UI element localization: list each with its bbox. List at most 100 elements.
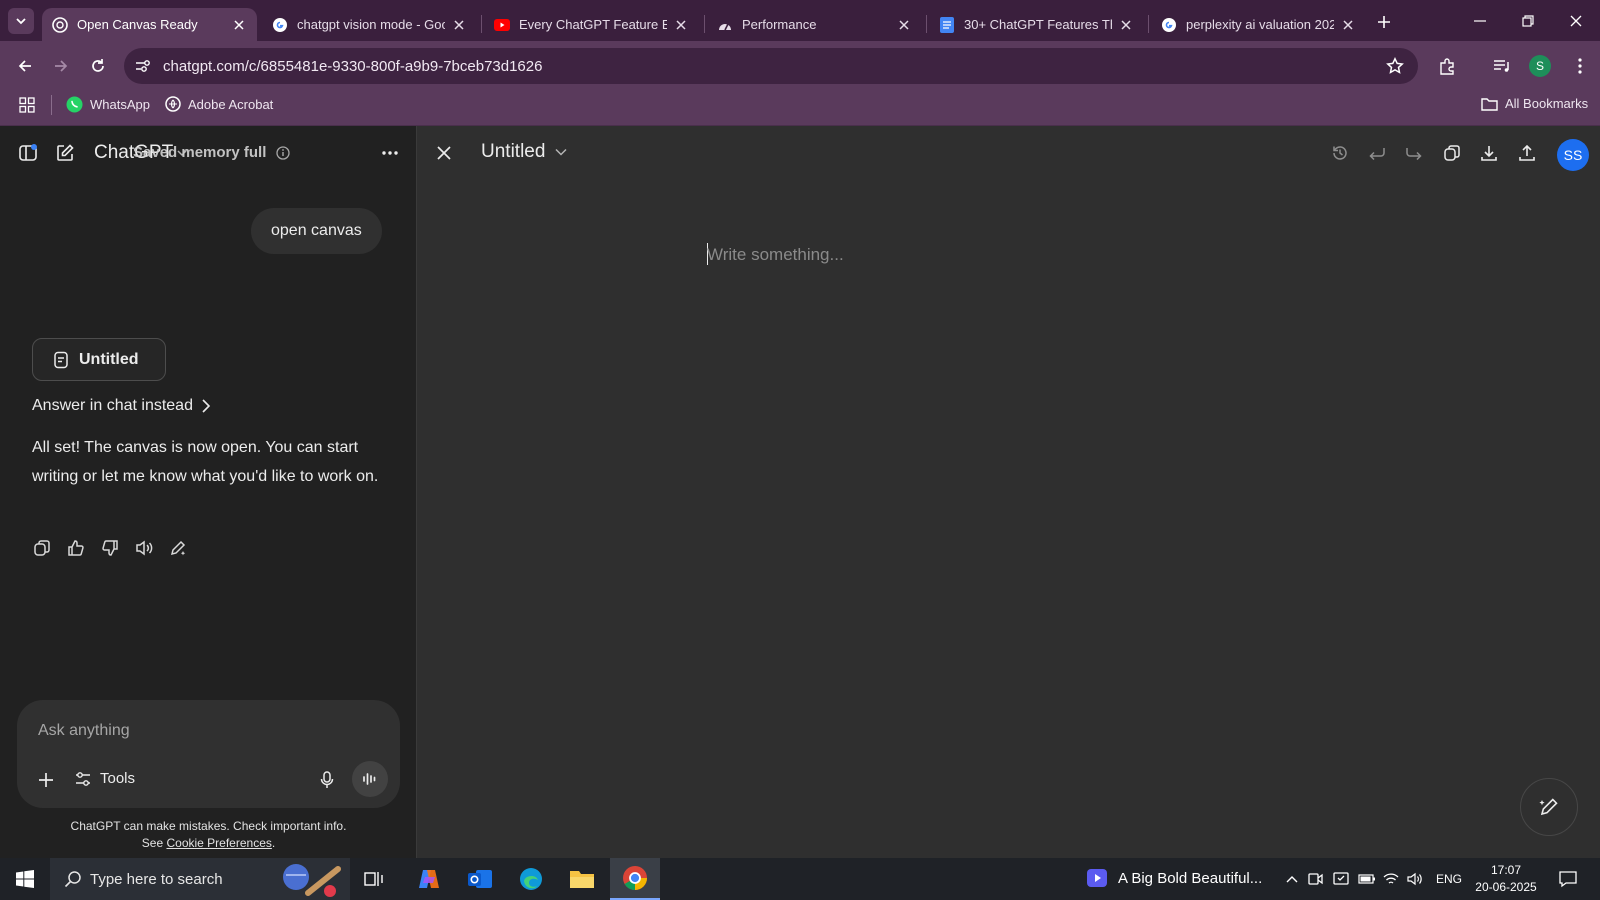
close-tab-icon[interactable] — [1340, 17, 1356, 33]
chat-options-button[interactable] — [378, 141, 402, 165]
browser-tab[interactable]: perplexity ai valuation 202 — [1151, 8, 1366, 41]
close-tab-icon[interactable] — [896, 17, 912, 33]
close-tab-icon[interactable] — [1118, 17, 1134, 33]
download-button[interactable] — [1477, 141, 1501, 165]
browser-tab[interactable]: Every ChatGPT Feature Exp — [484, 8, 699, 41]
thumbs-down-button[interactable] — [100, 538, 120, 558]
clock[interactable]: 17:07 20-06-2025 — [1468, 862, 1544, 896]
memory-full-notice[interactable]: Saved memory full — [133, 144, 291, 161]
restore-icon — [1522, 15, 1534, 27]
tab-separator — [926, 15, 927, 33]
bookmark-star-icon[interactable] — [1384, 55, 1406, 77]
close-window-button[interactable] — [1561, 8, 1591, 34]
close-canvas-button[interactable] — [432, 141, 456, 165]
chrome-taskbar-icon[interactable] — [610, 858, 660, 900]
tab-separator — [481, 15, 482, 33]
browser-tab[interactable]: 30+ ChatGPT Features Tha — [929, 8, 1144, 41]
more-vertical-icon — [1578, 58, 1582, 74]
document-icon — [54, 351, 68, 368]
reload-button[interactable] — [85, 53, 111, 79]
tab-title: Performance — [742, 17, 817, 32]
tray-overflow-icon[interactable] — [1283, 870, 1301, 888]
input-language[interactable]: ENG — [1436, 872, 1462, 886]
whatsapp-icon — [66, 96, 83, 113]
search-placeholder: Type here to search — [90, 870, 223, 888]
restore-button[interactable] — [1513, 8, 1543, 34]
user-avatar[interactable]: SS — [1557, 139, 1589, 171]
apps-grid-icon[interactable] — [17, 95, 37, 115]
answer-in-chat-link[interactable]: Answer in chat instead — [32, 397, 211, 415]
task-view-button[interactable] — [361, 866, 387, 892]
minimize-icon — [1474, 20, 1486, 22]
profile-avatar[interactable]: S — [1529, 55, 1551, 77]
copy-button[interactable] — [32, 538, 52, 558]
bookmark-whatsapp[interactable]: WhatsApp — [66, 96, 150, 113]
redo-button[interactable] — [1402, 141, 1426, 165]
bookmark-acrobat[interactable]: Adobe Acrobat — [165, 96, 273, 112]
extensions-icon[interactable] — [1435, 54, 1459, 78]
meet-now-icon[interactable] — [1306, 870, 1324, 888]
browser-tab[interactable]: Performance — [707, 8, 922, 41]
share-button[interactable] — [1515, 141, 1539, 165]
new-chat-button[interactable] — [53, 141, 77, 165]
google-icon — [272, 17, 288, 33]
toggle-sidebar-button[interactable] — [16, 141, 40, 165]
ask-anything-input[interactable]: Ask anything — [38, 722, 130, 740]
cookie-preferences-link[interactable]: Cookie Preferences — [166, 836, 271, 850]
browser-tab[interactable]: Open Canvas Ready — [42, 8, 257, 41]
phone-link-icon[interactable] — [1332, 870, 1350, 888]
microphone-icon — [320, 771, 334, 788]
read-aloud-button[interactable] — [134, 538, 154, 558]
dictate-button[interactable] — [314, 767, 340, 793]
chatgpt-icon — [52, 16, 68, 33]
thumbs-up-button[interactable] — [66, 538, 86, 558]
minimize-button[interactable] — [1465, 8, 1495, 34]
disclaimer-end: . — [271, 836, 276, 850]
new-tab-button[interactable] — [1372, 10, 1396, 34]
tab-title: chatgpt vision mode - Goo — [297, 17, 445, 32]
voice-mode-button[interactable] — [352, 761, 388, 797]
edit-in-canvas-button[interactable] — [168, 538, 188, 558]
docs-icon — [939, 16, 955, 33]
canvas-document-card[interactable]: Untitled — [32, 338, 166, 381]
assistant-message: All set! The canvas is now open. You can… — [32, 439, 379, 485]
site-info-icon[interactable] — [133, 56, 153, 76]
close-tab-icon[interactable] — [451, 17, 467, 33]
media-taskbar-item[interactable]: A Big Bold Beautiful... — [1086, 868, 1262, 888]
taskbar-search[interactable]: Type here to search — [50, 858, 350, 900]
forward-button[interactable] — [48, 53, 74, 79]
copilot-taskbar-icon[interactable] — [414, 864, 444, 894]
suggest-edits-button[interactable] — [1520, 778, 1578, 836]
all-bookmarks-button[interactable]: All Bookmarks — [1481, 96, 1588, 111]
start-button[interactable] — [0, 858, 50, 900]
edge-taskbar-icon[interactable] — [516, 864, 546, 894]
canvas-editor[interactable]: Write something... — [707, 245, 844, 265]
battery-icon[interactable] — [1357, 870, 1377, 888]
browser-tab[interactable]: chatgpt vision mode - Goo — [262, 8, 477, 41]
video-play-icon — [1087, 869, 1107, 887]
url-text[interactable]: chatgpt.com/c/6855481e-9330-800f-a9b9-7b… — [163, 58, 542, 75]
answer-in-chat-label: Answer in chat instead — [32, 397, 193, 414]
close-tab-icon[interactable] — [231, 17, 247, 33]
wifi-icon[interactable] — [1382, 870, 1400, 888]
info-icon — [276, 145, 291, 160]
plus-icon — [39, 773, 53, 787]
tab-title: perplexity ai valuation 202 — [1186, 17, 1334, 32]
version-history-button[interactable] — [1328, 141, 1352, 165]
attach-button[interactable] — [34, 768, 58, 792]
notifications-button[interactable] — [1555, 866, 1581, 892]
tab-search-button[interactable] — [8, 8, 34, 34]
outlook-taskbar-icon[interactable] — [465, 864, 495, 894]
back-button[interactable] — [12, 53, 38, 79]
tools-button[interactable]: Tools — [75, 770, 135, 787]
canvas-title-dropdown[interactable]: Untitled — [481, 141, 567, 163]
close-tab-icon[interactable] — [673, 17, 689, 33]
bookmark-separator — [51, 95, 52, 115]
browser-menu-button[interactable] — [1568, 54, 1592, 78]
file-explorer-taskbar-icon[interactable] — [567, 864, 597, 894]
volume-icon[interactable] — [1406, 870, 1424, 888]
copy-canvas-button[interactable] — [1440, 141, 1464, 165]
media-control-icon[interactable] — [1490, 54, 1514, 78]
google-icon — [1161, 17, 1177, 33]
undo-button[interactable] — [1365, 141, 1389, 165]
